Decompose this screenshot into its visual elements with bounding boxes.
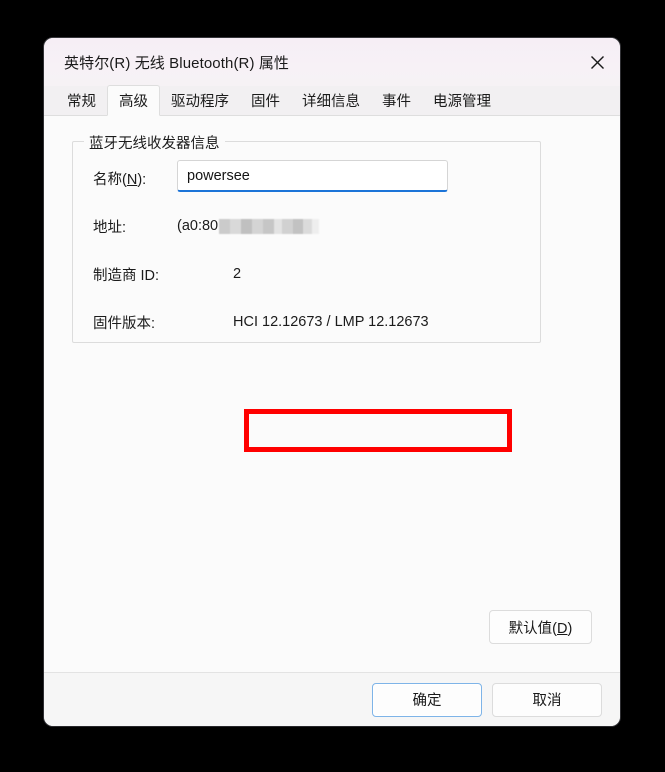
- tab-driver-label: 驱动程序: [171, 93, 229, 110]
- properties-dialog-window: 英特尔(R) 无线 Bluetooth(R) 属性 常规 高级 驱动程序 固件 …: [44, 38, 620, 726]
- tab-strip: 常规 高级 驱动程序 固件 详细信息 事件 电源管理: [44, 85, 620, 116]
- ok-button[interactable]: 确定: [372, 682, 482, 717]
- close-icon[interactable]: [574, 38, 620, 86]
- tab-power-management-label: 电源管理: [433, 93, 491, 110]
- tab-advanced-label: 高级: [119, 94, 148, 110]
- tab-events-label: 事件: [382, 93, 411, 110]
- row-address: 地址: (a0:80: [73, 210, 540, 242]
- cancel-button[interactable]: 取消: [492, 682, 602, 717]
- tab-events[interactable]: 事件: [371, 85, 422, 115]
- tab-general-label: 常规: [67, 93, 96, 110]
- redaction-mosaic: [219, 218, 320, 234]
- tab-panel-advanced: 蓝牙无线收发器信息 名称(N): 地址: (a0:80 制造商 ID: 2 固件…: [44, 116, 620, 673]
- firmware-version-label: 固件版本:: [93, 315, 156, 332]
- window-title: 英特尔(R) 无线 Bluetooth(R) 属性: [64, 54, 290, 72]
- address-value: (a0:80: [177, 218, 320, 234]
- tab-firmware-label: 固件: [251, 93, 280, 110]
- defaults-button[interactable]: 默认值(D): [489, 610, 592, 644]
- manufacturer-id-value: 2: [233, 266, 242, 282]
- tab-details[interactable]: 详细信息: [291, 85, 371, 115]
- row-manufacturer-id: 制造商 ID: 2: [73, 258, 540, 290]
- tab-driver[interactable]: 驱动程序: [160, 85, 240, 115]
- tab-advanced[interactable]: 高级: [107, 85, 160, 116]
- title-bar: 英特尔(R) 无线 Bluetooth(R) 属性: [44, 38, 620, 86]
- firmware-version-value: HCI 12.12673 / LMP 12.12673: [233, 314, 429, 330]
- tab-details-label: 详细信息: [302, 93, 360, 110]
- annotation-red-rectangle: [244, 409, 512, 452]
- address-label: 地址:: [93, 219, 127, 236]
- tab-power-management[interactable]: 电源管理: [422, 85, 502, 115]
- tab-general[interactable]: 常规: [56, 85, 107, 115]
- groupbox-legend: 蓝牙无线收发器信息: [84, 132, 225, 153]
- radio-info-groupbox: 蓝牙无线收发器信息 名称(N): 地址: (a0:80 制造商 ID: 2 固件…: [72, 132, 541, 343]
- tab-firmware[interactable]: 固件: [240, 85, 291, 115]
- dialog-footer: 确定 取消: [44, 673, 620, 726]
- row-firmware-version: 固件版本: HCI 12.12673 / LMP 12.12673: [73, 306, 540, 338]
- name-input[interactable]: [177, 160, 448, 192]
- name-field-label: 名称(N):: [93, 171, 147, 188]
- manufacturer-id-label: 制造商 ID:: [93, 267, 160, 284]
